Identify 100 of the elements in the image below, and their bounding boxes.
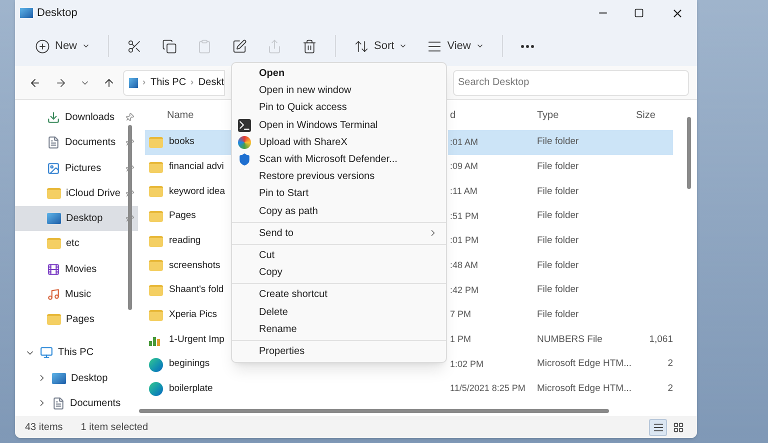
type-cell-text: Microsoft Edge HTM... (536, 382, 632, 396)
film-icon (47, 262, 60, 276)
search-field[interactable]: Search Desktop (453, 70, 689, 96)
menu-item[interactable]: Cut (236, 246, 442, 264)
folder-icon (149, 162, 163, 173)
file-name-cell[interactable]: Shaant's fold (145, 278, 231, 303)
breadcrumb[interactable]: This PC (150, 75, 186, 90)
date-cell-text: 1:02 PM (449, 358, 485, 371)
date-cell-text: 1 PM (449, 333, 472, 346)
type-cell-text: File folder (536, 308, 580, 322)
menu-item[interactable]: Restore previous versions (236, 168, 442, 186)
menu-item[interactable]: Delete (236, 303, 442, 321)
menu-item[interactable]: Scan with Microsoft Defender... (236, 150, 442, 168)
menu-item[interactable]: Send to (236, 224, 442, 242)
size-cell-text: 2 (666, 382, 673, 396)
sidebar-item[interactable]: Documents (15, 390, 138, 416)
sort-button[interactable]: Sort (346, 31, 416, 61)
menu-item[interactable]: Create shortcut (236, 286, 442, 304)
date-cell: :01 AM (448, 130, 534, 155)
sidebar-item[interactable]: etc (15, 231, 138, 256)
details-view-button[interactable] (649, 418, 667, 436)
date-cell-text: 7 PM (449, 308, 472, 322)
breadcrumb[interactable]: Deskt (198, 75, 224, 90)
type-cell-text: NUMBERS File (536, 332, 604, 347)
sidebar-item[interactable]: Music (15, 282, 138, 307)
type-cell: File folder (534, 130, 632, 155)
sidebar-item[interactable]: Documents (15, 130, 138, 156)
sidebar-item[interactable]: Desktop (15, 365, 138, 391)
menu-item[interactable]: Pin to Quick access (236, 99, 442, 117)
sidebar-item[interactable]: Downloads (15, 105, 138, 130)
date-cell-text: 11/5/2021 8:25 PM (449, 382, 526, 396)
folder-icon (149, 284, 163, 296)
date-cell-text: :48 AM (449, 259, 480, 272)
desktop-icon (47, 213, 61, 224)
selection-status: 1 item selected (80, 420, 148, 434)
file-name-cell[interactable]: beginings (145, 352, 231, 377)
document-icon (52, 396, 65, 410)
file-name-cell[interactable]: screenshots (145, 253, 231, 278)
up-arrow-icon (103, 76, 115, 88)
size-cell (632, 130, 673, 155)
sidebar-item[interactable]: This PC (15, 340, 138, 366)
edge-icon (149, 358, 163, 372)
scrollbar[interactable] (139, 409, 609, 413)
folder-icon (149, 186, 163, 198)
folder-icon (149, 236, 163, 247)
caret-icon (399, 42, 408, 50)
file-name-cell[interactable]: 1-Urgent Imp (145, 328, 231, 352)
download-icon (47, 111, 60, 124)
file-name-cell[interactable]: keyword idea (145, 179, 231, 204)
menu-item[interactable]: Copy (236, 264, 442, 282)
size-cell-text: 1,061 (648, 332, 673, 347)
sidebar-item[interactable]: Desktop (15, 206, 138, 232)
file-name-cell[interactable]: Xperia Pics (145, 302, 231, 328)
type-cell-text: File folder (536, 283, 580, 298)
sharex-icon (238, 136, 251, 149)
date-cell-text: :09 AM (449, 160, 480, 174)
type-cell-text: File folder (536, 160, 580, 174)
address-field[interactable]: This PC Deskt (123, 70, 225, 96)
file-name-cell[interactable]: boilerplate (145, 376, 231, 402)
folder-icon (149, 260, 163, 272)
picture-icon (47, 162, 60, 175)
menu-item[interactable]: Upload with ShareX (236, 134, 442, 151)
monitor-icon (40, 346, 53, 360)
scrollbar[interactable] (128, 125, 132, 310)
file-name-cell[interactable]: financial advi (145, 154, 231, 180)
item-count: 43 items (25, 420, 63, 434)
column-header[interactable]: Type (534, 108, 632, 122)
column-header[interactable]: d (448, 108, 534, 122)
menu-item[interactable]: Pin to Start (236, 185, 442, 202)
type-cell-text: Microsoft Edge HTM... (536, 357, 632, 372)
sidebar-item[interactable]: Movies (15, 256, 138, 282)
type-cell-text: File folder (536, 184, 580, 199)
file-name-cell[interactable]: books (145, 130, 231, 155)
column-header[interactable]: Size (632, 108, 673, 122)
scrollbar[interactable] (687, 117, 691, 189)
close-icon (670, 6, 684, 20)
menu-item[interactable]: Copy as path (236, 202, 442, 220)
menu-item[interactable]: Properties (236, 342, 442, 360)
file-name-cell[interactable]: reading (145, 228, 231, 254)
column-header[interactable]: Name (145, 108, 231, 122)
sidebar-item[interactable]: Pages (15, 307, 138, 332)
folder-icon (149, 310, 163, 321)
sidebar-item[interactable]: iCloud Drive (15, 180, 138, 206)
desktop-icon (129, 78, 138, 88)
file-name-cell[interactable]: Pages (145, 204, 231, 229)
size-cell-text: 2 (666, 357, 673, 372)
date-cell-text: :01 PM (449, 234, 480, 248)
menu-item[interactable]: Open in new window (236, 82, 442, 100)
folder-icon (47, 238, 61, 250)
folder-icon (149, 210, 163, 222)
menu-item[interactable]: Open in Windows Terminal (236, 116, 442, 134)
sidebar-item[interactable]: Pictures (15, 156, 138, 181)
maximize-icon (634, 8, 644, 18)
menu-item[interactable]: Rename (236, 320, 442, 338)
shield-icon (238, 153, 251, 166)
menu-item[interactable]: Open (236, 65, 442, 82)
folder-icon (47, 188, 61, 199)
date-cell-text: :11 AM (449, 184, 478, 198)
view-button[interactable]: View (419, 31, 492, 61)
new-button[interactable]: New (27, 31, 98, 61)
